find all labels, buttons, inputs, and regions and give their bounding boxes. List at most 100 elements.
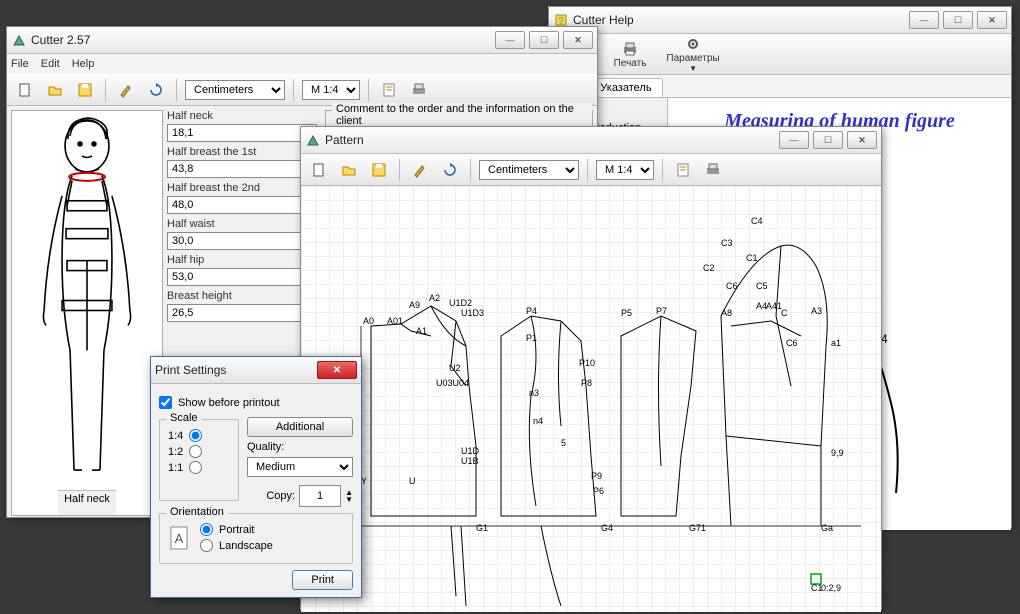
svg-text:C6: C6 <box>786 338 798 348</box>
new-file-button[interactable] <box>13 78 37 102</box>
svg-text:9,9: 9,9 <box>831 448 844 458</box>
svg-text:C: C <box>781 308 788 318</box>
help-minimize-button[interactable]: — <box>909 11 939 29</box>
units-combo[interactable]: Centimeters <box>185 80 285 100</box>
pattern-titlebar: Pattern — ☐ ✕ <box>301 127 881 154</box>
scale-11-radio[interactable] <box>189 461 202 474</box>
main-close-button[interactable]: ✕ <box>563 31 593 49</box>
menu-file[interactable]: File <box>11 58 29 70</box>
svg-text:C6: C6 <box>726 281 738 291</box>
scale-12-label: 1:2 <box>168 446 183 458</box>
help-options-button[interactable]: Параметры ▼ <box>666 35 719 73</box>
pattern-minimize-button[interactable]: — <box>779 131 809 149</box>
main-title: Cutter 2.57 <box>31 33 495 47</box>
page-setup-button[interactable] <box>377 78 401 102</box>
main-minimize-button[interactable]: — <box>495 31 525 49</box>
refresh-button[interactable] <box>144 78 168 102</box>
main-maximize-button[interactable]: ☐ <box>529 31 559 49</box>
pattern-save-button[interactable] <box>367 158 391 182</box>
svg-text:4: 4 <box>881 332 888 346</box>
svg-text:A3: A3 <box>811 306 822 316</box>
spinner-arrows-icon[interactable]: ▲▼ <box>345 489 353 503</box>
scale-12-radio[interactable] <box>189 445 202 458</box>
quality-combo[interactable]: Medium <box>247 457 353 477</box>
measure-input-halfneck[interactable] <box>167 124 317 142</box>
help-title: Cutter Help <box>573 13 909 27</box>
measure-label: Half breast the 2nd <box>167 182 317 194</box>
svg-text:C4: C4 <box>751 216 763 226</box>
measure-field: Breast height <box>167 290 317 322</box>
portrait-label: Portrait <box>219 524 254 536</box>
help-tab-index[interactable]: Указатель <box>589 78 662 97</box>
help-close-button[interactable]: ✕ <box>977 11 1007 29</box>
portrait-radio[interactable] <box>200 523 213 536</box>
pattern-brush-button[interactable] <box>408 158 432 182</box>
open-file-button[interactable] <box>43 78 67 102</box>
pattern-maximize-button[interactable]: ☐ <box>813 131 843 149</box>
measure-input-halfhip[interactable] <box>167 268 317 286</box>
pattern-units-combo[interactable]: Centimeters <box>479 160 579 180</box>
main-menubar: File Edit Help <box>7 54 597 74</box>
measure-input-breastheight[interactable] <box>167 304 317 322</box>
svg-text:A41: A41 <box>766 301 782 311</box>
pattern-window: Pattern — ☐ ✕ Centimeters M 1:4 <box>300 126 882 610</box>
print-confirm-button[interactable]: Print <box>292 570 353 590</box>
print-settings-dialog: Print Settings ✕ Show before printout Sc… <box>150 356 362 598</box>
pattern-close-button[interactable]: ✕ <box>847 131 877 149</box>
comment-legend: Comment to the order and the information… <box>332 103 592 127</box>
svg-text:P1: P1 <box>526 333 537 343</box>
additional-button[interactable]: Additional <box>247 417 353 437</box>
svg-text:U1B: U1B <box>461 456 479 466</box>
printer-icon <box>620 40 640 58</box>
copy-spinner[interactable] <box>299 485 341 507</box>
brush-button[interactable] <box>114 78 138 102</box>
dropdown-arrow-icon: ▼ <box>689 64 697 73</box>
print-button[interactable] <box>407 78 431 102</box>
print-close-button[interactable]: ✕ <box>317 361 357 379</box>
svg-text:P10: P10 <box>579 358 595 368</box>
main-toolbar: Centimeters M 1:4 <box>7 74 597 106</box>
copy-label: Copy: <box>266 490 295 502</box>
svg-text:0:2,9: 0:2,9 <box>821 583 841 593</box>
svg-text:A9: A9 <box>409 300 420 310</box>
svg-text:A8: A8 <box>721 308 732 318</box>
menu-edit[interactable]: Edit <box>41 58 60 70</box>
svg-text:P7: P7 <box>656 306 667 316</box>
save-file-button[interactable] <box>73 78 97 102</box>
pattern-new-button[interactable] <box>307 158 331 182</box>
scale-combo[interactable]: M 1:4 <box>302 80 360 100</box>
measure-input-halfwaist[interactable] <box>167 232 317 250</box>
pattern-drawing: A0 A01 A9 A2 A1 U1D2 U1D3 P4 P1 P5 P7 A8… <box>301 186 881 612</box>
svg-text:A0: A0 <box>363 316 374 326</box>
print-titlebar: Print Settings ✕ <box>151 357 361 384</box>
pattern-app-icon <box>305 132 321 148</box>
svg-text:U03U04: U03U04 <box>436 378 469 388</box>
landscape-radio[interactable] <box>200 539 213 552</box>
pattern-print-button[interactable] <box>701 158 725 182</box>
svg-text:n4: n4 <box>533 416 543 426</box>
app-icon <box>11 32 27 48</box>
help-print-button[interactable]: Печать <box>614 40 647 69</box>
svg-text:C1: C1 <box>746 253 758 263</box>
status-bar: Half neck <box>58 490 116 515</box>
svg-text:P5: P5 <box>621 308 632 318</box>
measure-input-halfbreast1[interactable] <box>167 160 317 178</box>
pattern-open-button[interactable] <box>337 158 361 182</box>
svg-text:U2: U2 <box>449 363 461 373</box>
scale-14-radio[interactable] <box>189 429 202 442</box>
measure-field: Half hip <box>167 254 317 286</box>
pattern-scale-combo[interactable]: M 1:4 <box>596 160 654 180</box>
svg-text:P4: P4 <box>526 306 537 316</box>
help-titlebar: ? Cutter Help — ☐ ✕ <box>549 7 1011 34</box>
menu-help[interactable]: Help <box>72 58 95 70</box>
svg-text:C2: C2 <box>703 263 715 273</box>
svg-text:C5: C5 <box>756 281 768 291</box>
svg-text:P8: P8 <box>581 378 592 388</box>
pattern-refresh-button[interactable] <box>438 158 462 182</box>
show-before-checkbox[interactable] <box>159 396 172 409</box>
help-print-label: Печать <box>614 58 647 69</box>
pattern-page-setup-button[interactable] <box>671 158 695 182</box>
pattern-canvas[interactable]: A0 A01 A9 A2 A1 U1D2 U1D3 P4 P1 P5 P7 A8… <box>301 186 881 612</box>
help-maximize-button[interactable]: ☐ <box>943 11 973 29</box>
measure-input-halfbreast2[interactable] <box>167 196 317 214</box>
